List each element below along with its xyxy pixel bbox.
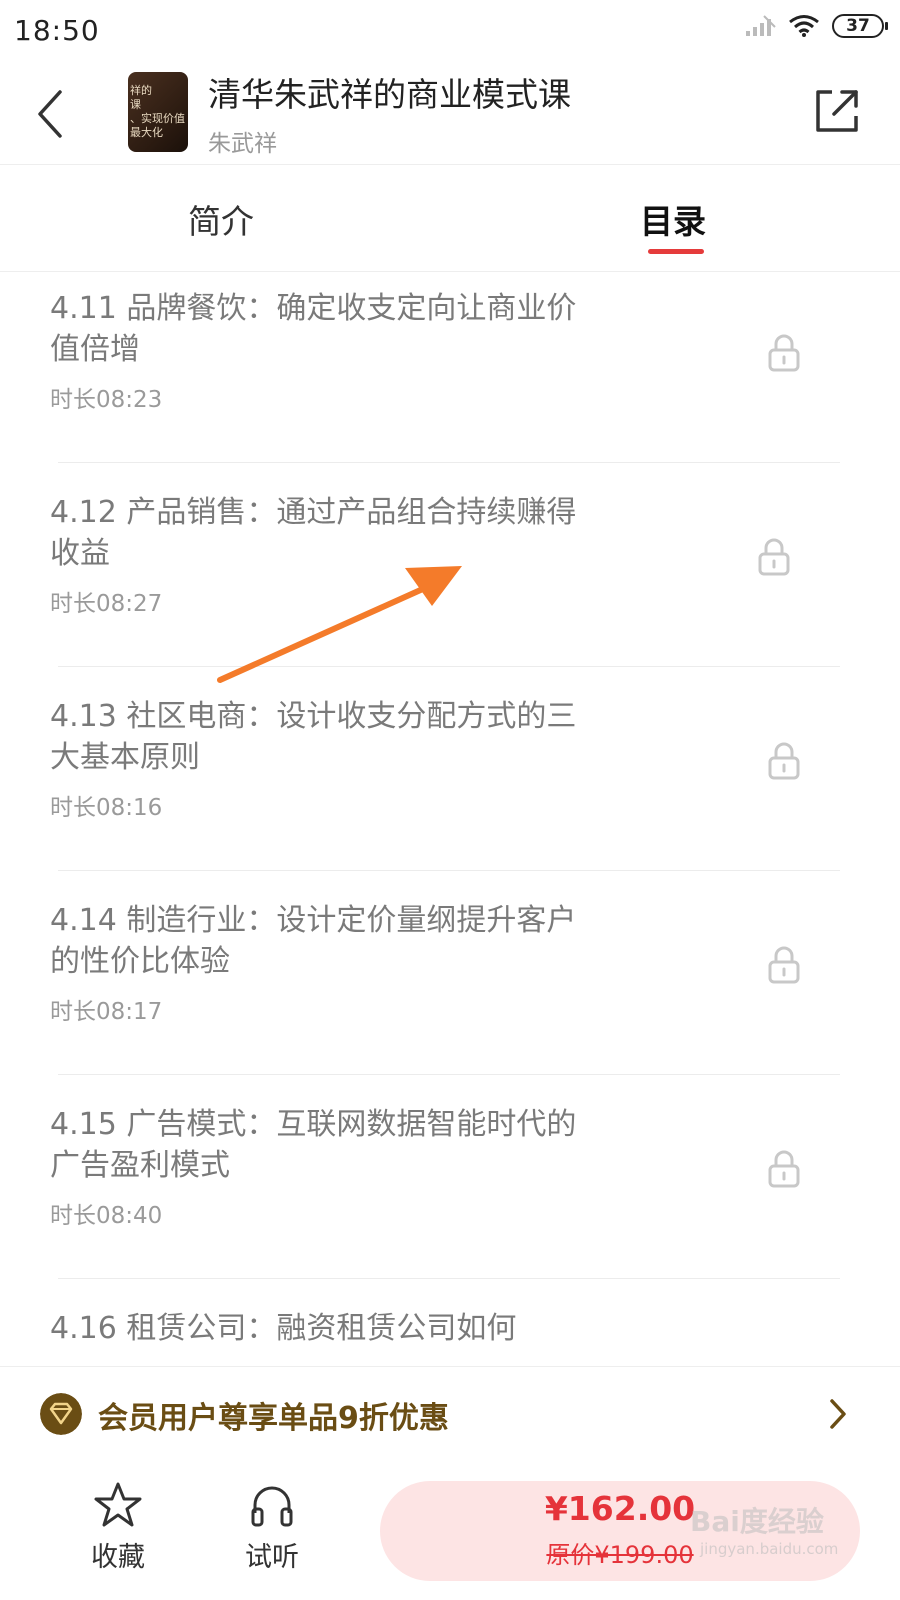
- vip-diamond-icon: [40, 1393, 82, 1435]
- lesson-duration: 时长08:40: [50, 1203, 163, 1229]
- favorite-label: 收藏: [91, 1542, 145, 1573]
- course-header: 祥的 课 、实现价值最大化 清华朱武祥的商业模式课 朱武祥: [0, 60, 900, 165]
- lesson-duration: 时长08:23: [50, 387, 163, 413]
- active-tab-indicator: [648, 249, 704, 254]
- lesson-title: 4.13 社区电商：设计收支分配方式的三大基本原则: [50, 699, 577, 775]
- list-item[interactable]: 4.13 社区电商：设计收支分配方式的三大基本原则 时长08:16: [0, 680, 900, 888]
- course-title: 清华朱武祥的商业模式课: [208, 75, 571, 114]
- tab-intro[interactable]: 简介: [188, 195, 254, 243]
- cover-text: 祥的 课 、实现价值最大化: [130, 84, 185, 139]
- lock-icon: [768, 742, 800, 780]
- status-bar: 18:50 37: [0, 0, 900, 60]
- share-button[interactable]: [810, 84, 864, 138]
- divider: [58, 1278, 840, 1279]
- status-icons: 37: [744, 14, 888, 38]
- status-time: 18:50: [14, 14, 100, 47]
- trial-listen-label: 试听: [245, 1542, 299, 1573]
- divider: [58, 870, 840, 871]
- battery-icon: 37: [832, 14, 888, 38]
- lock-icon: [768, 1150, 800, 1188]
- back-button[interactable]: [30, 84, 74, 144]
- list-item[interactable]: 4.16 租赁公司：融资租赁公司如何: [0, 1292, 900, 1366]
- wifi-icon: [789, 15, 819, 37]
- lesson-title: 4.11 品牌餐饮：确定收支定向让商业价值倍增: [50, 291, 577, 367]
- signal-icon: [746, 15, 776, 36]
- headphones-icon: [251, 1486, 293, 1527]
- price: ¥162.00: [544, 1489, 696, 1528]
- share-icon: [816, 90, 858, 132]
- lock-icon: [758, 538, 790, 576]
- lock-icon: [768, 334, 800, 372]
- star-icon: [94, 1482, 142, 1527]
- lesson-title: 4.15 广告模式：互联网数据智能时代的广告盈利模式: [50, 1107, 577, 1183]
- original-price: 原价¥199.00: [546, 1541, 694, 1569]
- battery-level: 37: [846, 16, 870, 36]
- lesson-title: 4.14 制造行业：设计定价量纲提升客户的性价比体验: [50, 903, 577, 979]
- lesson-duration: 时长08:16: [50, 795, 163, 821]
- lesson-title: 4.16 租赁公司：融资租赁公司如何: [50, 1311, 517, 1346]
- list-item[interactable]: 4.14 制造行业：设计定价量纲提升客户的性价比体验 时长08:17: [0, 884, 900, 1092]
- divider: [58, 666, 840, 667]
- list-item[interactable]: 4.12 产品销售：通过产品组合持续赚得收益 时长08:27: [0, 476, 900, 684]
- lesson-title: 4.12 产品销售：通过产品组合持续赚得收益: [50, 495, 577, 571]
- lock-icon: [768, 946, 800, 984]
- buy-button[interactable]: ¥162.00 原价¥199.00: [380, 1481, 860, 1581]
- chevron-right-icon: [830, 1399, 846, 1429]
- member-discount-banner[interactable]: 会员用户尊享单品9折优惠: [0, 1366, 900, 1462]
- list-item[interactable]: 4.11 品牌餐饮：确定收支定向让商业价值倍增 时长08:23: [0, 272, 900, 480]
- course-cover-image: 祥的 课 、实现价值最大化: [128, 72, 188, 152]
- back-chevron-icon: [38, 90, 62, 138]
- lesson-duration: 时长08:27: [50, 591, 163, 617]
- divider: [58, 462, 840, 463]
- tab-bar: 简介 目录: [0, 165, 900, 272]
- bottom-action-bar: 收藏 试听 ¥162.00 原价¥199.00: [0, 1461, 900, 1600]
- list-item[interactable]: 4.15 广告模式：互联网数据智能时代的广告盈利模式 时长08:40: [0, 1088, 900, 1296]
- lesson-list[interactable]: 4.11 品牌餐饮：确定收支定向让商业价值倍增 时长08:23 4.12 产品销…: [0, 272, 900, 1366]
- course-author: 朱武祥: [208, 131, 277, 157]
- member-discount-text: 会员用户尊享单品9折优惠: [98, 1401, 449, 1436]
- lesson-duration: 时长08:17: [50, 999, 163, 1025]
- tab-catalog[interactable]: 目录: [640, 195, 706, 243]
- trial-listen-button[interactable]: 试听: [232, 1481, 312, 1574]
- divider: [58, 1074, 840, 1075]
- favorite-button[interactable]: 收藏: [78, 1481, 158, 1574]
